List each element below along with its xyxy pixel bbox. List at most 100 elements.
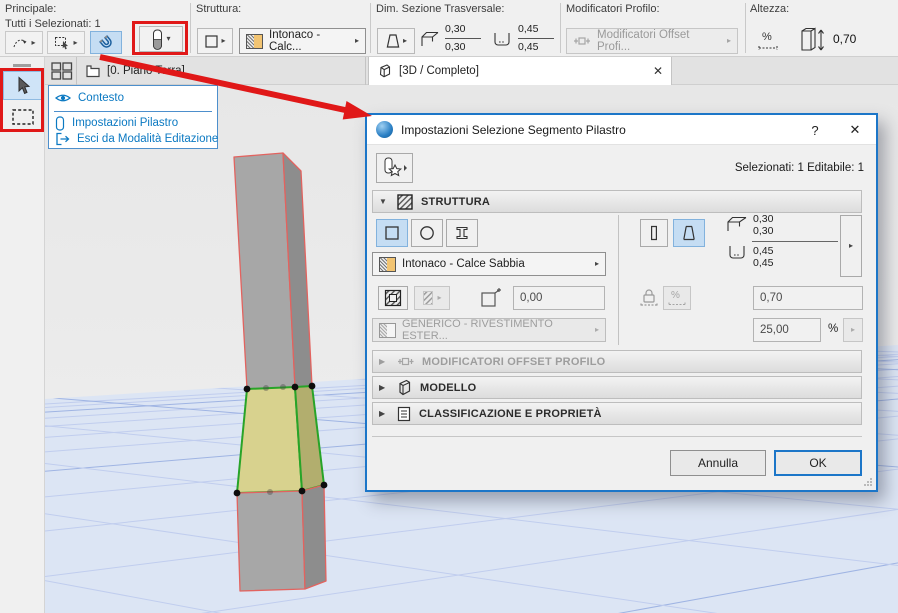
struttura-section-label: Struttura: xyxy=(196,3,242,15)
shape-circle-button[interactable] xyxy=(411,219,443,247)
main-toolbar: Principale: Tutti i Selezionati: 1 ▸ ▸ ▾ xyxy=(0,0,898,57)
cancel-button-label: Annulla xyxy=(697,456,739,470)
veneer-type-button[interactable]: ▸ xyxy=(414,286,450,310)
menu-item-contesto[interactable]: Contesto xyxy=(49,89,217,107)
percent-sign-label: % xyxy=(828,323,839,335)
flyout-arrow-icon: ▸ xyxy=(848,241,853,250)
percent-toggle-button[interactable]: % xyxy=(663,286,691,310)
dialog-width-top-value: 0,30 xyxy=(753,213,774,225)
section-header-struttura[interactable]: ▼ STRUTTURA xyxy=(372,190,862,213)
fraction-bar xyxy=(445,38,481,39)
marquee-cursor-icon xyxy=(54,35,71,50)
tab-piano-terra[interactable]: [0. Piano Terra] xyxy=(76,57,366,85)
veneer-hatch-icon xyxy=(423,291,434,305)
gravity-magnet-button[interactable] xyxy=(90,31,122,54)
column-tool-button[interactable]: ▾ xyxy=(139,26,183,52)
flyout-arrow-icon: ▸ xyxy=(31,37,36,47)
square-shape-icon xyxy=(385,226,399,240)
model-cube-icon xyxy=(397,379,412,396)
tab-bar: [0. Piano Terra] [3D / Completo] ✕ xyxy=(45,57,898,85)
resize-grip[interactable] xyxy=(863,477,873,487)
eye-icon xyxy=(55,92,71,104)
toolbar-depth-bottom-value: 0,45 xyxy=(518,41,539,53)
toolbar-separator xyxy=(190,3,191,53)
taper-percent-input[interactable] xyxy=(753,318,821,342)
svg-text:%: % xyxy=(762,31,772,43)
structure-shape-button[interactable]: ▸ xyxy=(197,28,233,54)
offset-modifier-icon xyxy=(573,33,591,49)
toolbar-separator xyxy=(745,3,746,53)
offset-modifiers-label: Modificatori Offset Profi... xyxy=(597,29,690,53)
material-swatch-icon xyxy=(379,256,396,272)
menu-item-impostazioni-label: Impostazioni Pilastro xyxy=(72,117,179,129)
application-window: Principale: Tutti i Selezionati: 1 ▸ ▸ ▾ xyxy=(0,0,898,613)
shape-ibeam-button[interactable] xyxy=(446,219,478,247)
toolbox-drag-handle[interactable] xyxy=(13,64,31,67)
tapered-segment-button[interactable] xyxy=(673,219,705,247)
section-classificazione-label: CLASSIFICAZIONE E PROPRIETÀ xyxy=(419,407,602,420)
column-selected-segment-front[interactable] xyxy=(236,386,303,494)
collapse-closed-icon: ▶ xyxy=(379,383,386,392)
dialog-close-button[interactable]: ✕ xyxy=(838,115,872,145)
veneer-button[interactable] xyxy=(378,286,408,310)
column-bottom-segment-side[interactable] xyxy=(301,484,327,590)
dimension-expander-button[interactable]: ▸ xyxy=(840,215,862,277)
section-modello-label: MODELLO xyxy=(420,381,477,394)
dim-section-label: Dim. Sezione Trasversale: xyxy=(376,3,505,15)
section-header-modificatori[interactable]: ▶ MODIFICATORI OFFSET PROFILO xyxy=(372,350,862,373)
menu-item-esci-label: Esci da Modalità Editazione xyxy=(77,133,219,145)
marquee-tool-button[interactable] xyxy=(3,102,42,131)
dialog-material-dropdown[interactable]: Intonaco - Calce Sabbia ▸ xyxy=(372,252,606,276)
selection-status: Tutti i Selezionati: 1 xyxy=(5,18,101,30)
percent-icon: % xyxy=(668,290,686,306)
width-dimension-icon xyxy=(726,215,748,233)
tab-3d-completo[interactable]: [3D / Completo] ✕ xyxy=(368,57,672,85)
percent-flyout-button[interactable]: ▸ xyxy=(843,318,863,342)
veneer-offset-input[interactable] xyxy=(513,286,605,310)
modificatori-section-label: Modificatori Profilo: xyxy=(566,3,660,15)
tapered-column-icon xyxy=(683,225,695,241)
veneer-dimension-icon xyxy=(726,245,748,261)
column-height-icon xyxy=(798,27,826,53)
marquee-select-button[interactable]: ▸ xyxy=(47,31,85,54)
tab-close-button[interactable]: ✕ xyxy=(653,64,663,78)
cursor-arrow-icon xyxy=(14,75,32,96)
flyout-arrow-icon: ▸ xyxy=(726,36,731,45)
toolbar-depth-top-value: 0,45 xyxy=(518,23,539,35)
flyout-arrow-icon: ▸ xyxy=(437,293,442,302)
column-bottom-segment-front[interactable] xyxy=(236,490,306,592)
section-header-classificazione[interactable]: ▶ CLASSIFICAZIONE E PROPRIETÀ xyxy=(372,402,862,425)
dialog-help-button[interactable]: ? xyxy=(798,115,832,145)
collapse-closed-icon: ▶ xyxy=(379,357,386,366)
segment-shape-button[interactable]: ▸ xyxy=(377,28,415,54)
segment-height-input[interactable] xyxy=(753,286,863,310)
ibeam-shape-icon xyxy=(456,226,468,240)
3d-view-icon xyxy=(377,63,393,79)
dialog-depth-bottom-value: 0,45 xyxy=(753,257,774,269)
favorites-button[interactable] xyxy=(376,153,413,183)
panel-divider xyxy=(618,215,619,345)
toolbar-material-dropdown[interactable]: Intonaco - Calc... ▸ xyxy=(239,28,366,54)
finish-material-dropdown[interactable]: GENERICO - RIVESTIMENTO ESTER... ▸ xyxy=(372,318,606,342)
offset-modifiers-button[interactable]: Modificatori Offset Profi... ▸ xyxy=(566,28,738,54)
properties-document-icon xyxy=(397,406,411,422)
tab-piano-terra-label: [0. Piano Terra] xyxy=(107,65,185,77)
menu-item-esci-editazione[interactable]: Esci da Modalità Editazione xyxy=(49,130,219,148)
favorites-column-star-icon xyxy=(382,157,408,179)
uniform-segment-button[interactable] xyxy=(640,219,668,247)
ok-button-label: OK xyxy=(809,456,827,470)
ok-button[interactable]: OK xyxy=(774,450,862,476)
square-shape-icon xyxy=(204,34,219,49)
tab-3d-completo-label: [3D / Completo] xyxy=(399,65,479,77)
arrow-tool-button[interactable] xyxy=(3,71,42,100)
quad-view-button[interactable] xyxy=(51,62,73,80)
cancel-button[interactable]: Annulla xyxy=(670,450,766,476)
section-header-modello[interactable]: ▶ MODELLO xyxy=(372,376,862,399)
dialog-width-bottom-value: 0,30 xyxy=(753,225,774,237)
shape-square-button[interactable] xyxy=(376,219,408,247)
uniform-column-icon xyxy=(651,225,657,241)
drag-elements-button[interactable]: ▸ xyxy=(5,31,43,54)
dialog-title-bar[interactable]: Impostazioni Selezione Segmento Pilastro… xyxy=(367,115,876,145)
flyout-arrow-icon: ▸ xyxy=(221,36,226,45)
flyout-arrow-icon: ▸ xyxy=(73,37,78,47)
